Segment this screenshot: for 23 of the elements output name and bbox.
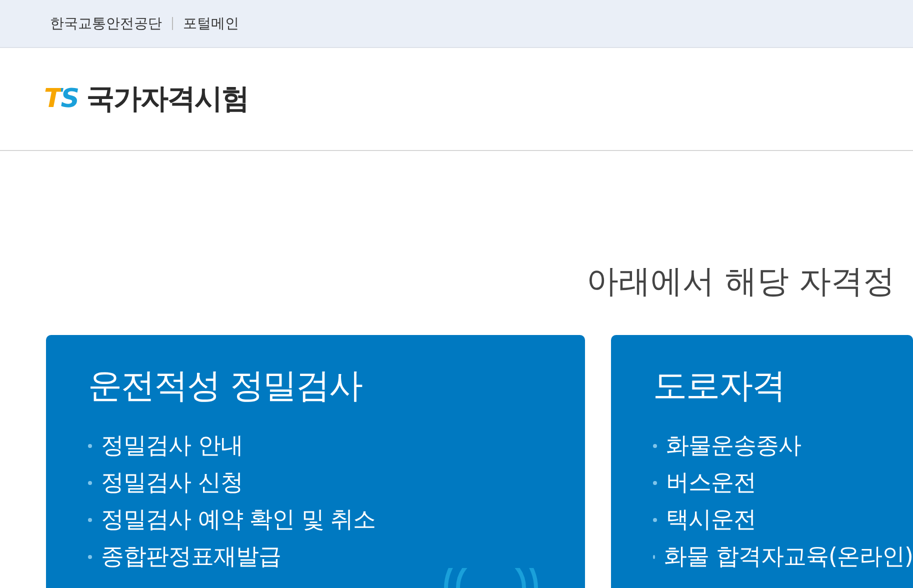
card-link[interactable]: 화물 합격자교육(온라인) <box>664 541 913 572</box>
bullet-icon <box>653 444 657 448</box>
card-link[interactable]: 정밀검사 예약 확인 및 취소 <box>101 504 376 535</box>
card-title: 도로자격 <box>653 365 786 408</box>
rings-icon <box>443 568 539 588</box>
card-link[interactable]: 택시운전 <box>666 504 756 535</box>
card-title: 운전적성 정밀검사 <box>88 365 364 408</box>
card-link[interactable]: 종합판정표재발급 <box>101 541 281 572</box>
card-link[interactable]: 정밀검사 신청 <box>101 467 243 498</box>
bullet-icon <box>88 518 92 522</box>
card-link[interactable]: 버스운전 <box>666 467 756 498</box>
bullet-icon <box>653 554 656 558</box>
bullet-icon <box>653 518 657 522</box>
card-link[interactable]: 정밀검사 안내 <box>101 430 243 461</box>
page-heading: 아래에서 해당 자격정 <box>586 261 896 302</box>
top-link[interactable]: 한국교통안전공단 <box>50 14 162 32</box>
bullet-icon <box>88 554 92 558</box>
bullet-icon <box>653 480 657 484</box>
bullet-icon <box>88 480 92 484</box>
bullet-icon <box>88 444 92 448</box>
card-link[interactable]: 화물운송종사 <box>666 430 801 461</box>
top-link[interactable]: 포털메인 <box>183 14 239 32</box>
site-logo[interactable]: TS 국가자격시험 <box>44 80 248 118</box>
